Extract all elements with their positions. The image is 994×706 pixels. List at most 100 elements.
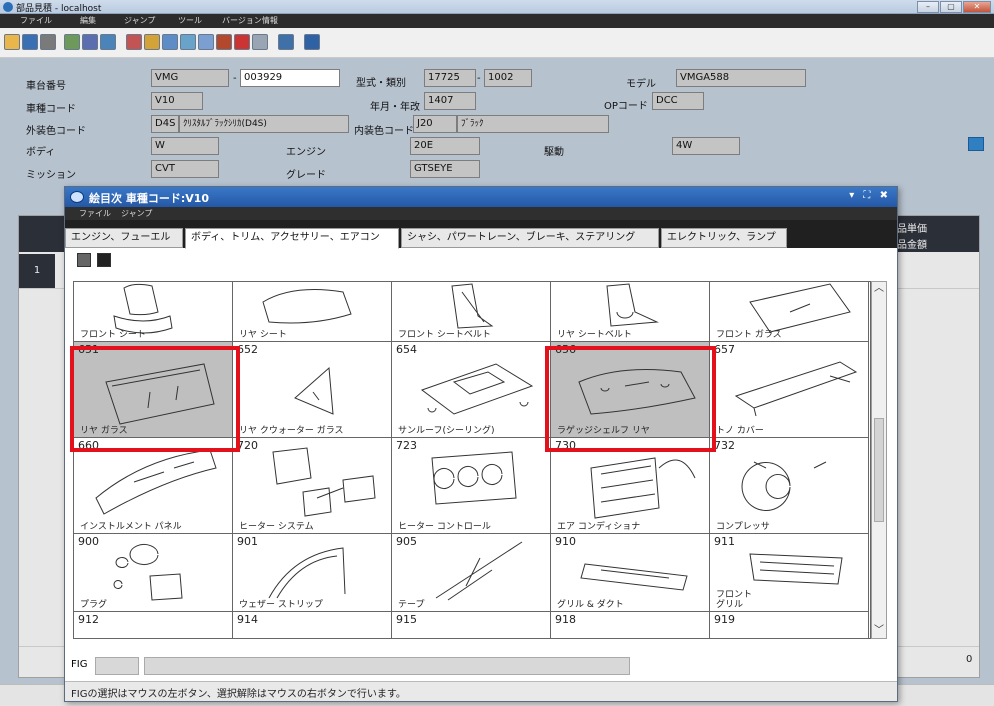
figure-cell[interactable]: 732 コンプレッサ	[710, 438, 869, 534]
tab-chassis-powertrain-brake-steering[interactable]: シャシ、パワートレーン、ブレーキ、ステアリング	[401, 228, 659, 248]
figure-cell[interactable]: 911 フロント グリル	[710, 534, 869, 612]
tool-10-icon[interactable]	[304, 34, 320, 50]
heater-system-icon	[272, 447, 376, 517]
screen-icon[interactable]	[97, 253, 111, 267]
grade-field[interactable]: GTSEYE	[410, 160, 480, 178]
figure-cell[interactable]: 905 テープ	[392, 534, 551, 612]
figure-grid-scrollbar[interactable]: ︿ ﹀	[871, 281, 887, 639]
frame-no-field[interactable]: 003929	[240, 69, 340, 87]
figure-grid: フロント シート リヤ シート フロント シートベルト リヤ シートベルト フロ…	[73, 281, 871, 639]
dialog-menu-file[interactable]: ファイル	[79, 208, 111, 219]
fig-number-field[interactable]	[95, 657, 139, 675]
model-class-field[interactable]: 1002	[484, 69, 532, 87]
category-tabs: エンジン、フューエル ボディ、トリム、アクセサリー、エアコン シャシ、パワートレ…	[65, 220, 897, 249]
figure-cell[interactable]: 910 グリル & ダクト	[551, 534, 710, 612]
tool-6-icon[interactable]	[180, 34, 196, 50]
minimize-button[interactable]: –	[917, 1, 939, 13]
scroll-thumb[interactable]	[874, 418, 884, 522]
figure-cell[interactable]: 657 トノ カバー	[710, 342, 869, 438]
figure-cell[interactable]: 660 インストルメント パネル	[74, 438, 233, 534]
row-number[interactable]: 1	[19, 254, 55, 288]
dialog-menu-jump[interactable]: ジャンプ	[121, 208, 152, 219]
dialog-status-text: FIGの選択はマウスの左ボタン、選択解除はマウスの右ボタンで行います。	[71, 689, 406, 700]
tool-8-icon[interactable]	[216, 34, 232, 50]
tool-4-icon[interactable]	[126, 34, 142, 50]
engine-label: エンジン	[286, 147, 326, 158]
vehicle-code-field[interactable]: V10	[151, 92, 203, 110]
figure-cell[interactable]: 720 ヒーター システム	[233, 438, 392, 534]
dialog-icon	[70, 191, 84, 203]
figure-cell[interactable]: 918	[551, 612, 710, 638]
body-field[interactable]: W	[151, 137, 219, 155]
body-label: ボディ	[26, 147, 56, 158]
close-window-button[interactable]: ✕	[963, 1, 991, 13]
figure-cell[interactable]: 919	[710, 612, 869, 638]
figure-cell[interactable]: リヤ シートベルト	[551, 282, 710, 342]
year-month-field[interactable]: 1407	[424, 92, 476, 110]
interior-color-code-field[interactable]: J20	[413, 115, 457, 133]
figure-name: リヤ シート	[239, 330, 287, 340]
figure-cell[interactable]: 654 サンルーフ(シーリング)	[392, 342, 551, 438]
print-icon[interactable]	[40, 34, 56, 50]
vehicle-header-form: 車台番号 VMG - 003929 型式・類別 17725 - 1002 モデル…	[0, 59, 994, 189]
tonneau-cover-icon	[734, 361, 858, 417]
figure-cell[interactable]: リヤ シート	[233, 282, 392, 342]
vehicle-code-label: 車種コード	[26, 104, 76, 115]
figure-cell[interactable]: フロント シート	[74, 282, 233, 342]
menu-version[interactable]: バージョン情報	[222, 15, 278, 26]
dialog-window-controls[interactable]: ▾ ⛶ ✖	[849, 190, 891, 201]
figure-cell[interactable]: 901 ウェザー ストリップ	[233, 534, 392, 612]
main-menubar: ファイル 編集 ジャンプ ツール バージョン情報	[0, 14, 994, 28]
tab-electric-lamp[interactable]: エレクトリック、ランプ	[661, 228, 787, 248]
side-expand-button[interactable]	[968, 137, 984, 151]
tool-9-icon[interactable]	[278, 34, 294, 50]
figure-cell[interactable]: 912	[74, 612, 233, 638]
drive-field[interactable]: 4W	[672, 137, 740, 155]
tool-1-icon[interactable]	[64, 34, 80, 50]
exterior-color-code-field[interactable]: D4S	[151, 115, 179, 133]
save-icon[interactable]	[22, 34, 38, 50]
drive-label: 駆動	[544, 147, 564, 158]
engine-field[interactable]: 20E	[410, 137, 480, 155]
table-icon[interactable]	[162, 34, 178, 50]
figure-cell[interactable]: 900 プラグ	[74, 534, 233, 612]
exterior-color-label: 外装色コード	[26, 126, 86, 137]
figure-name: フロント ガラス	[716, 330, 782, 340]
calc-icon[interactable]	[252, 34, 268, 50]
figure-cell[interactable]: 914	[233, 612, 392, 638]
tab-engine-fuel[interactable]: エンジン、フューエル	[65, 228, 183, 248]
open-icon[interactable]	[4, 34, 20, 50]
delete-icon[interactable]	[234, 34, 250, 50]
maximize-button[interactable]: ▢	[940, 1, 962, 13]
scroll-up-icon[interactable]: ︿	[872, 282, 886, 296]
scroll-down-icon[interactable]: ﹀	[872, 624, 886, 638]
model-type-separator: -	[477, 73, 481, 84]
transmission-field[interactable]: CVT	[151, 160, 219, 178]
tool-7-icon[interactable]	[198, 34, 214, 50]
figure-cell[interactable]: フロント シートベルト	[392, 282, 551, 342]
tool-5-icon[interactable]	[144, 34, 160, 50]
instrument-panel-icon	[95, 449, 217, 515]
figure-cell[interactable]: 915	[392, 612, 551, 638]
tab-body-trim-accessory-aircon[interactable]: ボディ、トリム、アクセサリー、エアコン	[185, 228, 399, 249]
figure-cell[interactable]: 730 エア コンディショナ	[551, 438, 710, 534]
figure-name: グリル & ダクト	[557, 600, 624, 610]
op-code-field[interactable]: DCC	[652, 92, 704, 110]
figure-name: フロント グリル	[716, 590, 753, 610]
interior-color-label: 内装色コード	[354, 126, 414, 137]
frame-prefix-field[interactable]: VMG	[151, 69, 229, 87]
model-type-field[interactable]: 17725	[424, 69, 476, 87]
figure-cell[interactable]: 652 リヤ クウォーター ガラス	[233, 342, 392, 438]
figure-cell[interactable]: フロント ガラス	[710, 282, 869, 342]
fig-name-field[interactable]	[144, 657, 630, 675]
tool-3-icon[interactable]	[100, 34, 116, 50]
menu-edit[interactable]: 編集	[80, 15, 96, 26]
menu-file[interactable]: ファイル	[20, 15, 52, 26]
figure-name: エア コンディショナ	[557, 522, 641, 532]
tool-2-icon[interactable]	[82, 34, 98, 50]
menu-tools[interactable]: ツール	[178, 15, 202, 26]
model-field[interactable]: VMGA588	[676, 69, 806, 87]
menu-jump[interactable]: ジャンプ	[124, 15, 155, 26]
print-icon[interactable]	[77, 253, 91, 267]
figure-cell[interactable]: 723 ヒーター コントロール	[392, 438, 551, 534]
